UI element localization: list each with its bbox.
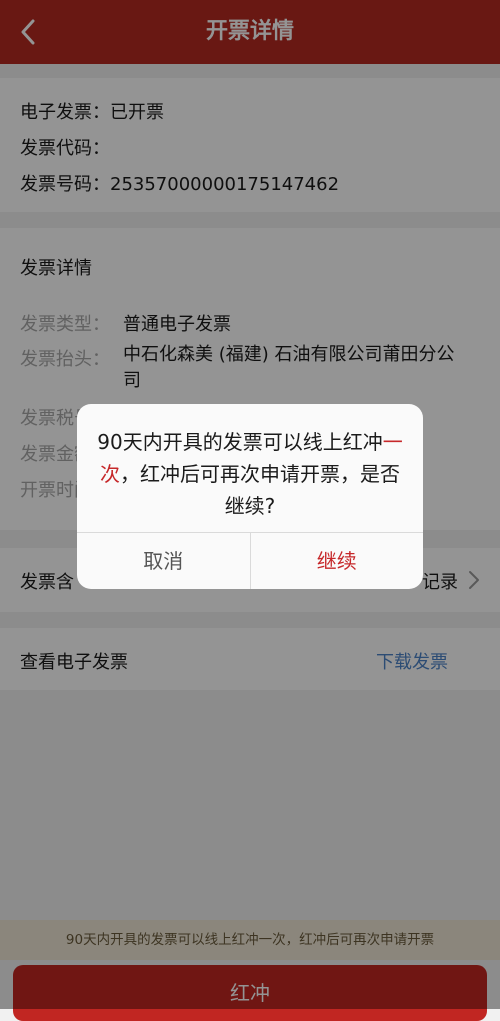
- continue-button[interactable]: 继续: [251, 533, 424, 589]
- dialog-message: 90天内开具的发票可以线上红冲一次，红冲后可再次申请开票，是否继续?: [97, 426, 403, 522]
- dialog-message-part2: ，红冲后可再次申请开票，是否继续?: [120, 462, 400, 518]
- dialog-buttons: 取消 继续: [77, 532, 423, 589]
- confirm-dialog: 90天内开具的发票可以线上红冲一次，红冲后可再次申请开票，是否继续? 取消 继续: [77, 404, 423, 589]
- cancel-button[interactable]: 取消: [77, 533, 251, 589]
- dialog-message-part1: 90天内开具的发票可以线上红冲: [97, 430, 383, 454]
